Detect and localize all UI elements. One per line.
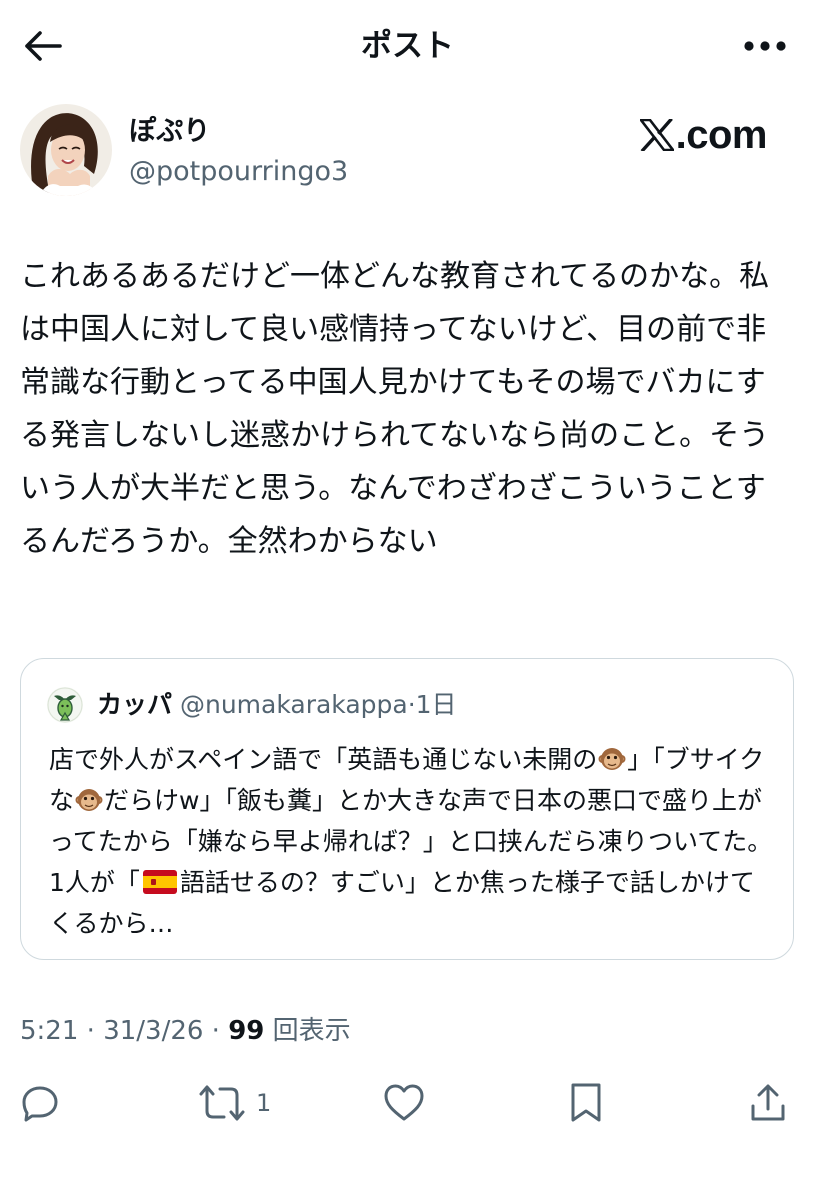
- spain-flag-icon: [142, 870, 177, 894]
- post-time: 5:21: [20, 1016, 79, 1046]
- views-count: 99: [228, 1016, 265, 1046]
- x-logo-icon: [639, 119, 674, 151]
- reply-button[interactable]: [20, 1078, 60, 1128]
- quote-author-handle: @numakarakappa: [179, 690, 408, 719]
- monkey-face-icon: [75, 789, 103, 811]
- repost-button[interactable]: 1: [198, 1078, 271, 1128]
- author-handle[interactable]: @potpourringo3: [129, 154, 348, 190]
- avatar[interactable]: [20, 104, 112, 196]
- reply-icon: [22, 1086, 58, 1122]
- more-button[interactable]: [741, 26, 789, 66]
- quote-separator: ·: [407, 690, 416, 719]
- action-bar: 1: [0, 1078, 815, 1128]
- bookmark-icon: [571, 1083, 601, 1122]
- quote-time: 1日: [415, 690, 457, 719]
- author-display-name[interactable]: ぽぷり: [129, 114, 210, 150]
- quote-author-name: カッパ: [97, 690, 173, 719]
- quote-text-part: 店で外人がスペイン語で「英語も通じない未開の: [49, 745, 598, 774]
- top-bar: ポスト: [0, 0, 815, 92]
- post-date: 31/3/26: [103, 1016, 204, 1046]
- quote-avatar: [47, 687, 83, 723]
- share-button[interactable]: [748, 1078, 788, 1128]
- x-brand-logo: .com: [639, 113, 768, 157]
- heart-icon: [384, 1084, 424, 1121]
- more-horizontal-icon: [744, 41, 786, 51]
- page-title: ポスト: [361, 28, 454, 64]
- meta-separator: ·: [78, 1016, 104, 1046]
- brand-domain-text: .com: [675, 113, 768, 157]
- share-icon: [751, 1084, 785, 1121]
- bookmark-button[interactable]: [569, 1078, 603, 1128]
- repost-count: 1: [256, 1089, 272, 1117]
- post-text: これあるあるだけど一体どんな教育されてるのかな。私は中国人に対して良い感情持って…: [20, 259, 770, 559]
- like-button[interactable]: [382, 1078, 426, 1128]
- repost-icon: [199, 1085, 245, 1121]
- quoted-post[interactable]: カッパ @numakarakappa·1日 店で外人がスペイン語で「英語も通じな…: [20, 658, 794, 960]
- post-meta: 5:21 · 31/3/26 · 99 回表示: [20, 1014, 351, 1048]
- views-spacer: [264, 1016, 272, 1046]
- monkey-face-icon: [598, 748, 626, 770]
- quote-header: カッパ @numakarakappa·1日: [97, 688, 457, 722]
- views-label: 回表示: [272, 1016, 351, 1046]
- meta-separator: ·: [203, 1016, 229, 1046]
- quote-text: 店で外人がスペイン語で「英語も通じない未開の 」「ブサイクな だらけw」「飯も糞…: [49, 739, 779, 944]
